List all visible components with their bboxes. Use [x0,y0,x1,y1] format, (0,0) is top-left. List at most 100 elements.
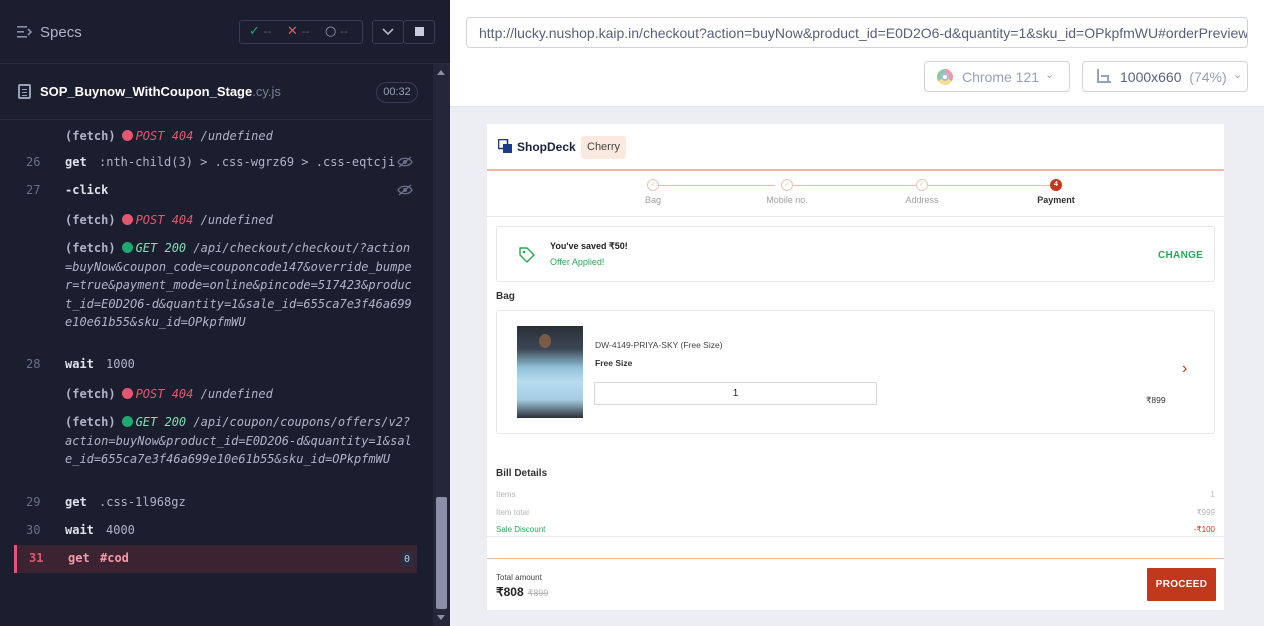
product-size: Free Size [595,358,633,368]
command-selector: #cod [100,551,129,565]
viewport-label: 1000x660 (74%) [1120,69,1227,85]
url-bar[interactable]: http://lucky.nushop.kaip.in/checkout?act… [466,17,1248,48]
zoom-level: (74%) [1189,69,1227,85]
step-done-check-icon: ✓ [916,179,928,191]
log-xhr-fetch[interactable]: (fetch) GET 200 /api/coupon/coupons/offer… [65,413,415,469]
fetch-label: (fetch) [65,129,116,143]
checkout-page: ShopDeck Cherry ✓ ✓ ✓ 4 Bag Mobile no. A… [487,124,1224,610]
command-log: (fetch) POST 404 /undefined 26 get :nth-c… [0,121,432,601]
command-number: 31 [29,551,44,565]
viewport-ruler-icon [1097,69,1111,83]
pending-stat: ○ -- [325,24,348,39]
quantity-field[interactable]: 1 [594,382,877,405]
step-done-check-icon: ✓ [647,179,659,191]
spec-file-ext: .cy.js [252,84,281,99]
change-coupon-button[interactable]: CHANGE [1158,250,1203,261]
store-name: Cherry [581,136,627,159]
log-xhr-fetch[interactable]: (fetch) POST 404 /undefined [65,127,415,146]
bill-label: Item total [496,508,529,517]
checkout-footer: Total amount ₹808 ₹899 PROCEED [487,536,1224,610]
original-amount: ₹899 [527,588,549,598]
bill-value: -₹100 [1193,525,1215,534]
log-xhr-fetch[interactable]: (fetch) POST 404 /undefined [65,385,415,404]
viewport-selector[interactable]: 1000x660 (74%) ⌄ [1082,61,1248,92]
log-xhr-fetch[interactable]: (fetch) GET 200 /api/checkout/checkout/?a… [65,239,415,332]
coupon-saved-text: You've saved ₹50! [550,241,628,251]
coupon-card: You've saved ₹50! Offer Applied! CHANGE [496,226,1215,282]
file-icon [18,84,31,99]
status-fail-dot [121,388,133,399]
total-amount-label: Total amount [496,573,542,582]
request-url: /api/checkout/checkout/?action=buyNow&co… [65,241,412,329]
bag-section-title: Bag [496,291,515,302]
fetch-label: (fetch) [65,213,116,227]
chevron-right-icon[interactable]: › [1182,360,1187,378]
command-name: get [65,495,87,509]
passed-check-icon: ✓ [249,24,260,39]
bag-item-card[interactable]: DW-4149-PRIYA-SKY (Free Size) Free Size … [496,310,1215,434]
chevron-down-icon: ⌄ [1045,69,1055,81]
spec-file-bar: SOP_Buynow_WithCoupon_Stage.cy.js 00:32 [0,64,432,120]
request-method: POST 404 [135,387,194,401]
command-name: wait [65,357,94,371]
collapse-button[interactable] [372,20,404,44]
specs-title[interactable]: Specs [40,24,82,41]
browser-label: Chrome 121 [962,69,1040,85]
request-method: POST 404 [135,129,194,143]
shopdeck-logo-icon [498,139,512,153]
command-log-scrollbar[interactable] [433,64,450,626]
scrollbar-thumb[interactable] [436,497,447,609]
command-number: 29 [26,495,41,509]
bill-value: 1 [1210,490,1215,499]
step-label-bag[interactable]: Bag [613,195,693,205]
product-image [517,326,583,418]
command-selector: :nth-child(3) > .css-wgrz69 > .css-eqtcj… [99,155,396,169]
log-xhr-fetch[interactable]: (fetch) POST 404 /undefined [65,211,415,230]
pending-count: -- [339,25,348,38]
status-fail-dot [121,130,133,141]
request-method: GET 200 [135,415,187,429]
command-number: 26 [26,155,41,169]
stop-button[interactable] [403,20,435,44]
specs-menu-icon[interactable] [17,25,33,39]
fetch-label: (fetch) [65,415,116,429]
shop-header: ShopDeck Cherry [487,124,1224,171]
command-row-active-get[interactable]: 31 get #cod 0 [14,545,417,573]
status-ok-dot [121,416,133,427]
bill-label: Sale Discount [496,525,546,534]
scroll-down-arrow-icon[interactable] [437,615,445,620]
total-amount-value: ₹808 [496,585,524,599]
chevron-down-icon [382,28,394,36]
app-under-test-panel: http://lucky.nushop.kaip.in/checkout?act… [450,0,1264,626]
step-connector [653,185,775,186]
spec-file-basename: SOP_Buynow_WithCoupon_Stage [40,84,253,99]
bill-row-sale-discount: Sale Discount -₹100 [496,525,1215,534]
coupon-status: Offer Applied! [550,257,605,267]
request-url: /undefined [200,387,273,401]
step-done-check-icon: ✓ [781,179,793,191]
command-selector: .css-1l968gz [99,495,186,509]
chrome-icon [937,69,953,85]
request-method: POST 404 [135,213,194,227]
spec-file-name: SOP_Buynow_WithCoupon_Stage.cy.js [40,84,281,99]
brand-name: ShopDeck [517,140,576,154]
status-fail-dot [121,214,133,225]
command-name: get [65,155,87,169]
step-label-mobile[interactable]: Mobile no. [747,195,827,205]
fetch-label: (fetch) [65,241,116,255]
bill-details-title: Bill Details [496,468,548,479]
scroll-up-arrow-icon[interactable] [437,70,445,75]
pending-circle-icon: ○ [325,24,337,39]
checkout-stepper: ✓ ✓ ✓ 4 Bag Mobile no. Address Payment [487,173,1224,217]
command-name: wait [65,523,94,537]
command-number: 27 [26,183,41,197]
step-label-address[interactable]: Address [882,195,962,205]
eye-slash-icon[interactable] [397,156,413,168]
eye-slash-icon[interactable] [397,184,413,196]
test-stats: ✓ -- ✕ -- ○ -- [239,20,363,44]
viewport-size: 1000x660 [1120,69,1182,85]
proceed-button[interactable]: PROCEED [1147,568,1216,601]
browser-selector[interactable]: Chrome 121 ⌄ [924,61,1070,92]
passed-count: -- [263,25,272,38]
bill-label: Items [496,490,516,499]
